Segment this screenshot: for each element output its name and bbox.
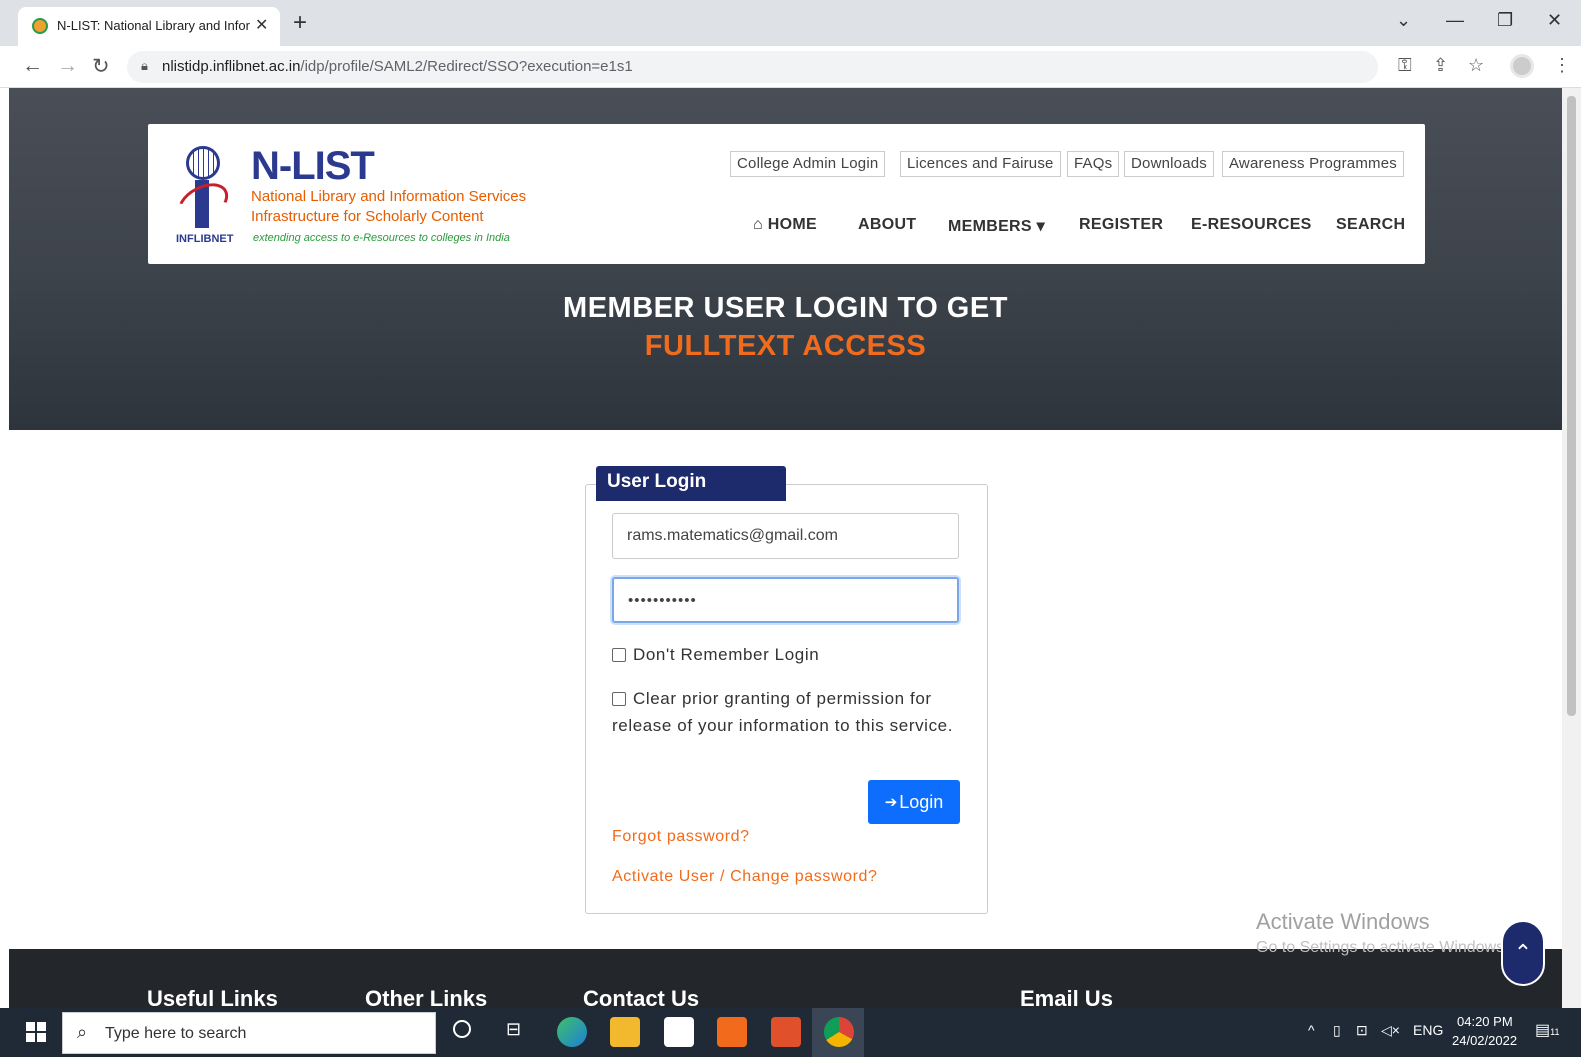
language-indicator[interactable]: ENG	[1413, 1022, 1443, 1038]
battery-icon[interactable]: ▯	[1333, 1022, 1341, 1039]
home-icon: ⌂	[753, 216, 768, 233]
login-legend: User Login	[596, 466, 786, 501]
tab-search-chevron-icon[interactable]: ⌄	[1396, 10, 1411, 31]
back-icon[interactable]: ←	[22, 54, 43, 78]
nav-about[interactable]: ABOUT	[858, 216, 916, 234]
activate-windows-title: Activate Windows	[1256, 909, 1430, 934]
reload-icon[interactable]: ↻	[92, 54, 110, 79]
edge-icon[interactable]	[557, 1017, 587, 1047]
new-tab-button[interactable]: +	[293, 11, 307, 35]
caret-down-icon: ▾	[1031, 218, 1045, 235]
page-scrollbar[interactable]	[1562, 88, 1581, 1008]
site-favicon-icon	[32, 18, 48, 34]
volume-mute-icon[interactable]: ◁×	[1381, 1022, 1400, 1039]
tab-close-icon[interactable]: ✕	[255, 15, 268, 35]
notification-count: 11	[1550, 1027, 1560, 1037]
brand-subtitle-1: National Library and Information Service…	[251, 188, 527, 205]
brand-tagline: extending access to e-Resources to colle…	[253, 232, 510, 244]
link-college-admin-login[interactable]: College Admin Login	[730, 151, 886, 177]
close-window-icon[interactable]: ✕	[1547, 10, 1562, 31]
search-icon: ⌕	[77, 1022, 88, 1042]
minimize-icon[interactable]: —	[1446, 10, 1464, 31]
profile-avatar-icon[interactable]	[1510, 54, 1534, 78]
hero-subheading: FULLTEXT ACCESS	[644, 330, 927, 362]
link-licences-fairuse[interactable]: Licences and Fairuse	[900, 151, 1061, 177]
clock-time[interactable]: 04:20 PM	[1457, 1014, 1513, 1029]
clear-prior-row: Clear prior granting of permission for r…	[612, 685, 953, 739]
username-input[interactable]: rams.matematics@gmail.com	[612, 513, 959, 559]
site-header: INFLIBNET N-LIST National Library and In…	[148, 124, 1425, 264]
inflibnet-logo-text: INFLIBNET	[176, 233, 234, 245]
share-icon[interactable]: ⇪	[1433, 55, 1448, 76]
link-downloads[interactable]: Downloads	[1124, 151, 1215, 177]
password-input[interactable]: •••••••••••	[612, 577, 959, 623]
double-chevron-up-icon: ⌃	[1513, 940, 1533, 965]
scroll-to-top-button[interactable]: ⌃	[1501, 920, 1545, 986]
activate-user-link[interactable]: Activate User / Change password?	[612, 868, 878, 886]
link-faqs[interactable]: FAQs	[1067, 151, 1120, 177]
dont-remember-row: Don't Remember Login	[612, 641, 819, 668]
clear-prior-label-1: Clear prior granting of permission for	[633, 689, 932, 708]
globe-logo-icon	[186, 146, 220, 180]
link-awareness-programmes[interactable]: Awareness Programmes	[1222, 151, 1404, 177]
login-button[interactable]: ➔ Login	[868, 780, 960, 824]
restore-icon[interactable]: ❐	[1497, 10, 1513, 31]
menu-kebab-icon[interactable]: ⋮	[1553, 55, 1571, 76]
xampp-icon[interactable]	[717, 1017, 747, 1047]
nav-e-resources[interactable]: E-RESOURCES	[1191, 216, 1312, 234]
browser-tab[interactable]: N-LIST: National Library and Infor ✕	[18, 7, 280, 46]
notification-icon[interactable]: ▤11	[1535, 1020, 1559, 1040]
clear-prior-label-2: release of your information to this serv…	[612, 716, 954, 735]
browser-tab-bar: N-LIST: National Library and Infor ✕ + ⌄…	[0, 0, 1581, 46]
cortana-icon[interactable]	[453, 1020, 471, 1038]
clear-prior-checkbox[interactable]	[612, 691, 626, 706]
chrome-icon[interactable]	[824, 1017, 854, 1047]
task-view-icon[interactable]: ⊟	[506, 1019, 521, 1040]
forgot-password-link[interactable]: Forgot password?	[612, 828, 750, 846]
windows-start-icon[interactable]	[26, 1022, 46, 1042]
app-icon[interactable]	[771, 1017, 801, 1047]
brand-title[interactable]: N-LIST	[251, 144, 375, 188]
url-text: nlistidp.inflibnet.ac.in/idp/profile/SAM…	[162, 58, 633, 75]
network-icon[interactable]: ⊡	[1356, 1022, 1368, 1039]
store-icon[interactable]	[664, 1017, 694, 1047]
activate-windows-subtitle: Go to Settings to activate Windows.	[1256, 939, 1509, 956]
key-icon[interactable]: ⚿	[1398, 55, 1412, 76]
taskbar-search-box[interactable]: ⌕ Type here to search	[62, 1012, 436, 1054]
nav-home[interactable]: ⌂ HOME	[753, 216, 817, 234]
hero-heading: MEMBER USER LOGIN TO GET	[563, 292, 1008, 324]
browser-toolbar: ← → ↻ 🔒︎ nlistidp.inflibnet.ac.in/idp/pr…	[0, 46, 1581, 88]
nav-register[interactable]: REGISTER	[1079, 216, 1163, 234]
brand-subtitle-2: Infrastructure for Scholarly Content	[251, 208, 484, 225]
clock-date[interactable]: 24/02/2022	[1452, 1033, 1517, 1048]
tab-title: N-LIST: National Library and Infor	[57, 18, 250, 33]
nav-members[interactable]: MEMBERS ▾	[948, 216, 1045, 236]
dont-remember-checkbox[interactable]	[612, 647, 626, 662]
forward-icon[interactable]: →	[57, 54, 78, 78]
tray-chevron-up-icon[interactable]: ^	[1308, 1022, 1315, 1038]
address-bar[interactable]: 🔒︎ nlistidp.inflibnet.ac.in/idp/profile/…	[127, 51, 1378, 83]
sign-in-icon: ➔	[884, 794, 898, 811]
dont-remember-label: Don't Remember Login	[633, 645, 820, 664]
lock-icon[interactable]: 🔒︎	[141, 58, 148, 74]
taskbar-search-placeholder: Type here to search	[105, 1025, 247, 1042]
bookmark-star-icon[interactable]: ☆	[1468, 55, 1484, 76]
site-footer: Useful Links Other Links Contact Us Emai…	[9, 949, 1562, 1011]
windows-taskbar: ⌕ Type here to search ⊟ ^ ▯ ⊡ ◁× ENG 04:…	[0, 1008, 1581, 1057]
file-explorer-icon[interactable]	[610, 1017, 640, 1047]
nav-search[interactable]: SEARCH	[1336, 216, 1405, 234]
